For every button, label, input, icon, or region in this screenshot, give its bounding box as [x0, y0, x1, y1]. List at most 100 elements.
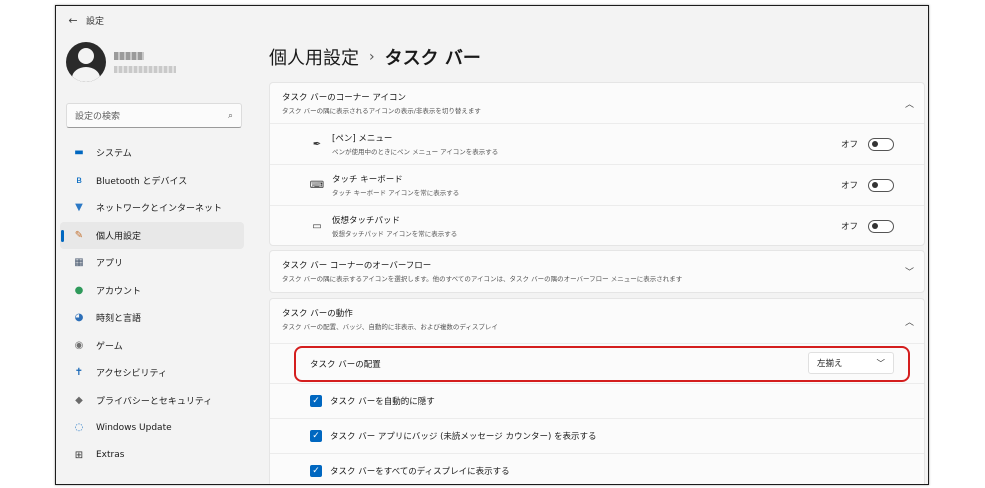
settings-window: ← 設定 設定の検索 ⌕ ▬ システム ʙ Bluetooth とデバイス ▼ ネットワー… — [55, 5, 929, 485]
search-input[interactable]: 設定の検索 ⌕ — [66, 103, 242, 128]
extras-grid-icon: ⊞ — [74, 449, 84, 461]
sidebar-item-2[interactable]: ▼ ネットワークとインターネット — [60, 194, 244, 222]
toggle-state-label: オフ — [840, 222, 858, 232]
checkbox-label: タスク バー アプリにバッジ (未読メッセージ カウンター) を表示する — [330, 432, 597, 442]
sidebar-item-label: ネットワークとインターネット — [96, 204, 223, 215]
corner-icon-title: [ペン] メニュー — [332, 134, 393, 144]
toggle-switch[interactable] — [868, 178, 894, 192]
sidebar-item-label: アカウント — [96, 286, 142, 297]
corner-icons-card: タスク バーのコーナー アイコン タスク バーの隅に表示されるアイコンの表示/非… — [269, 82, 925, 246]
sidebar-item-9[interactable]: ◆ プライバシーとセキュリティ — [60, 387, 244, 415]
behavior-header[interactable]: タスク バーの動作 タスク バーの配置、バッジ、自動的に非表示、および複数のディ… — [270, 299, 924, 343]
account-icon: ● — [74, 284, 84, 296]
toggle-switch[interactable] — [868, 137, 894, 151]
sidebar-nav: ▬ システム ʙ Bluetooth とデバイス ▼ ネットワークとインターネット ✎ 個人用… — [60, 139, 244, 469]
corner-icon-title: 仮想タッチパッド — [332, 216, 401, 226]
chevron-down-icon: ﹀ — [876, 359, 885, 369]
wifi-icon: ▼ — [75, 202, 83, 214]
user-profile[interactable] — [66, 42, 176, 82]
back-arrow-icon[interactable]: ← — [60, 14, 86, 27]
corner-icon-text: [ペン] メニュー ペンが使用中のときにペン メニュー アイコンを表示する — [332, 132, 498, 156]
sidebar-item-label: アプリ — [96, 259, 124, 270]
sidebar-item-label: プライバシーとセキュリティ — [96, 396, 213, 407]
sidebar-item-6[interactable]: ◕ 時刻と言語 — [60, 304, 244, 332]
sidebar-item-10[interactable]: ◌ Windows Update — [60, 414, 244, 442]
behavior-title: タスク バーの動作 — [282, 309, 353, 319]
sidebar-item-label: アクセシビリティ — [96, 369, 168, 380]
toggle-switch[interactable] — [868, 219, 894, 233]
checkbox[interactable]: ✓ — [310, 430, 322, 442]
checkbox-label: タスク バーをすべてのディスプレイに表示する — [330, 467, 510, 477]
sidebar-item-11[interactable]: ⊞ Extras — [60, 442, 244, 470]
sidebar-item-label: Extras — [96, 450, 125, 461]
monitor-icon: ▬ — [74, 147, 84, 159]
corner-icon-subtitle: 仮想タッチパッド アイコンを常に表示する — [332, 230, 458, 238]
sidebar-item-label: 時刻と言語 — [96, 314, 142, 325]
sidebar-item-4[interactable]: ▦ アプリ — [60, 249, 244, 277]
sidebar-item-3[interactable]: ✎ 個人用設定 — [60, 221, 244, 249]
chevron-up-icon: ︿ — [904, 318, 914, 328]
accessibility-icon: ✝ — [74, 367, 84, 379]
sidebar: 設定の検索 ⌕ ▬ システム ʙ Bluetooth とデバイス ▼ ネットワークとインタ… — [56, 34, 256, 484]
alignment-dropdown[interactable]: 左揃え ﹀ — [808, 352, 894, 374]
corner-icon-row: ✒ [ペン] メニュー ペンが使用中のときにペン メニュー アイコンを表示する … — [270, 123, 924, 164]
search-icon: ⌕ — [227, 110, 233, 121]
behavior-check-row[interactable]: ✓ タスク バーをすべてのディスプレイに表示する — [270, 453, 924, 484]
corner-icon-title: タッチ キーボード — [332, 175, 403, 185]
overflow-card[interactable]: タスク バー コーナーのオーバーフロー タスク バーの隅に表示するアイコンを選択… — [269, 250, 925, 293]
pen-icon: ✒ — [312, 138, 322, 150]
sidebar-item-label: Bluetooth とデバイス — [96, 176, 188, 187]
sidebar-item-0[interactable]: ▬ システム — [60, 139, 244, 167]
behavior-check-row[interactable]: ✓ タスク バーを自動的に隠す — [270, 383, 924, 418]
sidebar-item-8[interactable]: ✝ アクセシビリティ — [60, 359, 244, 387]
checkbox[interactable]: ✓ — [310, 465, 322, 477]
bluetooth-icon: ʙ — [76, 174, 82, 186]
breadcrumb-separator: › — [369, 49, 375, 65]
sidebar-item-label: ゲーム — [96, 341, 123, 352]
page-title: 個人用設定 › タスク バー — [269, 44, 481, 70]
corner-icons-title: タスク バーのコーナー アイコン — [282, 93, 406, 103]
alignment-value: 左揃え — [817, 359, 843, 369]
windows-update-icon: ◌ — [74, 422, 84, 434]
gamepad-icon: ◉ — [74, 339, 84, 351]
keyboard-icon: ⌨ — [309, 179, 325, 191]
shield-icon: ◆ — [75, 394, 83, 406]
corner-icon-text: 仮想タッチパッド 仮想タッチパッド アイコンを常に表示する — [332, 214, 457, 238]
overflow-subtitle: タスク バーの隅に表示するアイコンを選択します。他のすべてのアイコンは、タスク … — [282, 275, 683, 283]
breadcrumb-parent[interactable]: 個人用設定 — [269, 44, 359, 70]
sidebar-item-label: システム — [96, 149, 132, 160]
breadcrumb-current: タスク バー — [384, 48, 481, 69]
toggle-group: オフ — [840, 178, 894, 192]
apps-icon: ▦ — [74, 257, 84, 269]
sidebar-item-5[interactable]: ● アカウント — [60, 277, 244, 305]
title-bar: ← 設定 — [56, 6, 928, 34]
globe-clock-icon: ◕ — [74, 312, 84, 324]
toggle-group: オフ — [840, 219, 894, 233]
behavior-subtitle: タスク バーの配置、バッジ、自動的に非表示、および複数のディスプレイ — [282, 323, 498, 331]
toggle-state-label: オフ — [840, 181, 858, 191]
toggle-state-label: オフ — [840, 140, 858, 150]
corner-icon-subtitle: タッチ キーボード アイコンを常に表示する — [332, 189, 460, 197]
toggle-group: オフ — [840, 137, 894, 151]
behavior-check-row[interactable]: ✓ タスク バー アプリにバッジ (未読メッセージ カウンター) を表示する — [270, 418, 924, 453]
brush-icon: ✎ — [74, 229, 84, 241]
corner-icon-row: ▭ 仮想タッチパッド 仮想タッチパッド アイコンを常に表示する オフ — [270, 205, 924, 246]
corner-icon-text: タッチ キーボード タッチ キーボード アイコンを常に表示する — [332, 173, 459, 197]
sidebar-item-1[interactable]: ʙ Bluetooth とデバイス — [60, 167, 244, 195]
touchpad-icon: ▭ — [312, 220, 322, 232]
corner-icon-subtitle: ペンが使用中のときにペン メニュー アイコンを表示する — [332, 148, 499, 156]
corner-icon-row: ⌨ タッチ キーボード タッチ キーボード アイコンを常に表示する オフ — [270, 164, 924, 205]
overflow-header[interactable]: タスク バー コーナーのオーバーフロー タスク バーの隅に表示するアイコンを選択… — [270, 251, 924, 291]
sidebar-item-7[interactable]: ◉ ゲーム — [60, 332, 244, 360]
checkbox[interactable]: ✓ — [310, 395, 322, 407]
search-placeholder: 設定の検索 — [75, 112, 121, 122]
chevron-up-icon: ︿ — [904, 100, 914, 110]
sidebar-item-label: 個人用設定 — [96, 231, 142, 242]
sidebar-item-label: Windows Update — [96, 422, 172, 433]
user-name-blurred — [114, 51, 176, 73]
chevron-down-icon: ﹀ — [904, 268, 914, 278]
behavior-card: タスク バーの動作 タスク バーの配置、バッジ、自動的に非表示、および複数のディ… — [269, 298, 925, 484]
corner-icons-subtitle: タスク バーの隅に表示されるアイコンの表示/非表示を切り替えます — [282, 107, 481, 115]
corner-icons-header[interactable]: タスク バーのコーナー アイコン タスク バーの隅に表示されるアイコンの表示/非… — [270, 83, 924, 123]
overflow-title: タスク バー コーナーのオーバーフロー — [282, 261, 432, 271]
